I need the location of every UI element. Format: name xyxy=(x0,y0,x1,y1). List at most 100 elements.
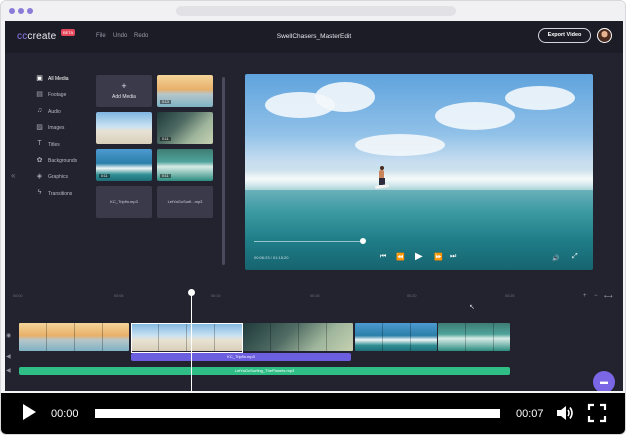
sidebar-item-label: Images xyxy=(48,125,65,132)
audio-clip-tripfin[interactable]: KC_Tripfin.mp3 xyxy=(131,353,351,361)
sidebar-item-transitions[interactable]: ϟ Transitions xyxy=(35,189,93,201)
image-icon: ▨ xyxy=(36,124,43,132)
clip-frame xyxy=(75,323,103,351)
sidebar-item-titles[interactable]: T Titles xyxy=(35,140,93,152)
play-icon[interactable]: ▶ xyxy=(415,251,423,262)
media-thumbnail-surf[interactable]: 0:11 xyxy=(157,149,213,181)
playhead-handle[interactable] xyxy=(188,289,195,296)
video-preview[interactable]: 00:06:23 / 01:15:20 ⏮ ⏪ ▶ ⏩ ⏭ 🔊 ⤢ xyxy=(245,74,593,270)
video-player-bar: 00:00 00:07 xyxy=(1,393,625,434)
avatar[interactable] xyxy=(597,28,612,43)
current-time: 00:00 xyxy=(51,408,79,420)
cloud xyxy=(315,82,375,112)
video-clip-wave[interactable] xyxy=(355,323,437,351)
sidebar-item-backgrounds[interactable]: ✿ Backgrounds xyxy=(35,156,93,168)
rewind-icon[interactable]: ⏪ xyxy=(396,253,405,261)
sidebar-item-all-media[interactable]: ▣ All Media xyxy=(35,74,93,86)
volume-icon[interactable] xyxy=(555,403,575,423)
zoom-in-button[interactable]: + xyxy=(583,293,587,299)
sidebar-item-label: Graphics xyxy=(48,174,69,181)
media-thumbnail-sunset[interactable]: 0:13 xyxy=(157,75,213,107)
media-icon: ▣ xyxy=(36,75,43,82)
fullscreen-icon[interactable]: ⤢ xyxy=(572,253,578,261)
ruler-tick: 00:15 xyxy=(310,294,320,298)
window-dot xyxy=(9,8,15,14)
clip-frame xyxy=(438,323,466,351)
playhead-line xyxy=(191,293,192,391)
chat-icon[interactable]: ▬ xyxy=(593,371,615,391)
sidebar-item-audio[interactable]: ♫ Audio xyxy=(35,107,93,119)
sidebar-item-footage[interactable]: ▤ Footage xyxy=(35,90,93,102)
duration-time: 00:07 xyxy=(516,408,544,420)
clip-frame xyxy=(271,323,299,351)
fit-timeline-button[interactable]: ⟷ xyxy=(604,293,613,300)
plus-icon: + xyxy=(121,81,127,91)
ruler-tick: 00:06 xyxy=(114,294,124,298)
browser-chrome xyxy=(1,1,625,21)
wave-foam xyxy=(245,170,593,190)
sidebar-item-label: Transitions xyxy=(48,190,73,197)
collapse-sidebar-icon[interactable]: « xyxy=(11,171,15,180)
transitions-icon: ϟ xyxy=(37,188,42,196)
clip-frame xyxy=(19,323,47,351)
video-clip-underwater[interactable] xyxy=(243,323,353,351)
ruler-tick: 00:10 xyxy=(211,294,221,298)
audio-clip-surfing[interactable]: LetYaGoSurfing_ThePlanets.mp3 xyxy=(19,367,510,375)
cloud xyxy=(505,86,575,110)
window-dot xyxy=(27,8,33,14)
export-video-button[interactable]: Export Video xyxy=(538,28,591,43)
fast-forward-icon[interactable]: ⏩ xyxy=(434,253,443,261)
surfer xyxy=(374,166,390,189)
clip-frame xyxy=(355,323,383,351)
clip-frame xyxy=(466,323,494,351)
sidebar-item-label: Audio xyxy=(48,108,61,115)
media-thumbnail-wave[interactable]: 0:11 xyxy=(96,149,152,181)
video-clip-surf[interactable] xyxy=(438,323,510,351)
play-icon[interactable] xyxy=(20,403,38,421)
clip-frame xyxy=(47,323,75,351)
backgrounds-icon: ✿ xyxy=(36,157,43,164)
add-media-button[interactable]: + Add Media xyxy=(96,75,152,107)
sidebar-item-images[interactable]: ▨ Images xyxy=(35,123,93,135)
sidebar-item-label: All Media xyxy=(48,76,69,82)
clip-frame xyxy=(243,323,271,351)
media-thumbnail-underwater[interactable]: 0:11 xyxy=(157,112,213,144)
titles-icon: T xyxy=(37,139,42,147)
media-audio-item[interactable]: KC_Tripfin.mp3 xyxy=(96,186,152,218)
timeline-ruler[interactable]: 00:00 00:06 00:10 00:15 00:20 00:25 xyxy=(5,289,623,303)
add-media-label: Add Media xyxy=(112,94,136,100)
cloud xyxy=(435,102,515,130)
footage-icon: ▤ xyxy=(36,91,43,99)
preview-progress-track[interactable] xyxy=(254,241,364,242)
media-scrollbar[interactable] xyxy=(222,77,225,265)
audio-icon: ♫ xyxy=(36,106,43,114)
sidebar-item-label: Footage xyxy=(48,92,67,99)
sidebar-item-graphics[interactable]: ◈ Graphics xyxy=(35,172,93,184)
selected-clip-outline xyxy=(131,323,243,353)
preview-timecode: 00:06:23 / 01:15:20 xyxy=(254,255,289,260)
skip-back-icon[interactable]: ⏮ xyxy=(380,253,386,261)
duration-label: 0:11 xyxy=(160,137,171,141)
skip-end-icon[interactable]: ⏭ xyxy=(450,253,456,261)
preview-controls: 00:06:23 / 01:15:20 ⏮ ⏪ ▶ ⏩ ⏭ 🔊 ⤢ xyxy=(245,251,593,266)
media-audio-item[interactable]: LetYaGoSurfi...mp3 xyxy=(157,186,213,218)
audio-track-icon[interactable]: ◀ xyxy=(6,353,11,360)
ruler-tick: 00:20 xyxy=(407,294,417,298)
address-bar[interactable] xyxy=(176,6,456,16)
clip-frame xyxy=(383,323,411,351)
sidebar-item-label: Backgrounds xyxy=(48,158,78,164)
media-thumbnail-beach[interactable] xyxy=(96,112,152,144)
audio-file-name: KC_Tripfin.mp3 xyxy=(110,199,138,204)
project-title: SwellChasers_MasterEdit xyxy=(276,33,352,40)
graphics-icon: ◈ xyxy=(36,173,43,181)
preview-progress-knob[interactable] xyxy=(360,238,366,244)
video-track-icon[interactable]: ◉ xyxy=(6,332,11,339)
audio-track-icon[interactable]: ◀ xyxy=(6,367,11,374)
sidebar-item-label: Titles xyxy=(48,141,60,148)
ruler-tick: 00:25 xyxy=(505,294,515,298)
player-progress-bar[interactable] xyxy=(95,409,500,418)
zoom-out-button[interactable]: − xyxy=(594,293,598,299)
volume-icon[interactable]: 🔊 xyxy=(552,255,559,262)
fullscreen-icon[interactable] xyxy=(587,403,607,423)
video-clip-sunset[interactable] xyxy=(19,323,129,351)
